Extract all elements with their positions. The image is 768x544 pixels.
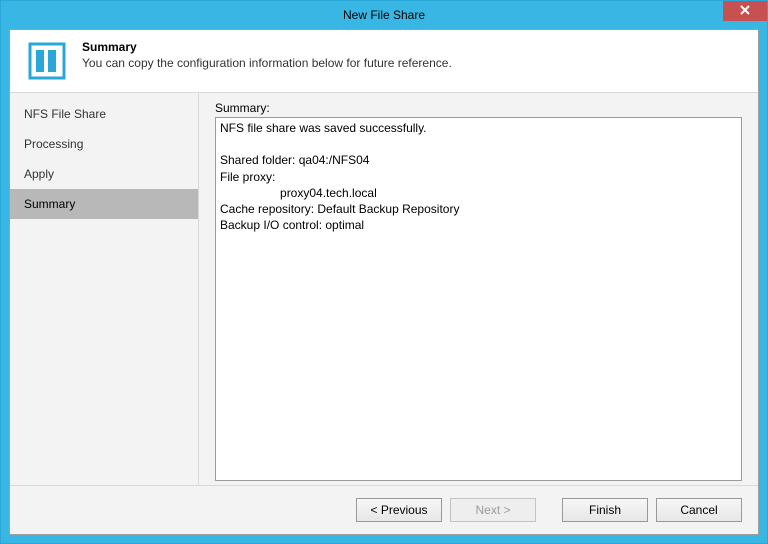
share-icon — [26, 40, 68, 82]
window-title: New File Share — [343, 8, 425, 22]
wizard-header-title: Summary — [82, 40, 452, 54]
wizard-body: NFS File Share Processing Apply Summary … — [10, 93, 758, 485]
wizard-header-text: Summary You can copy the configuration i… — [82, 40, 452, 70]
wizard-header: Summary You can copy the configuration i… — [10, 30, 758, 93]
cancel-button[interactable]: Cancel — [656, 498, 742, 522]
close-button[interactable] — [723, 1, 767, 21]
button-gap — [544, 498, 554, 522]
summary-panel: Summary: — [199, 93, 758, 485]
title-bar: New File Share — [1, 1, 767, 29]
summary-textarea[interactable] — [215, 117, 742, 481]
step-apply[interactable]: Apply — [10, 159, 198, 189]
wizard-steps: NFS File Share Processing Apply Summary — [10, 93, 199, 485]
finish-button[interactable]: Finish — [562, 498, 648, 522]
wizard-footer: < Previous Next > Finish Cancel — [10, 485, 758, 534]
next-button: Next > — [450, 498, 536, 522]
previous-button[interactable]: < Previous — [356, 498, 442, 522]
client-area: Summary You can copy the configuration i… — [9, 29, 759, 535]
step-nfs-file-share[interactable]: NFS File Share — [10, 99, 198, 129]
step-processing[interactable]: Processing — [10, 129, 198, 159]
summary-label: Summary: — [215, 101, 742, 115]
window-frame: New File Share Summary You can copy the … — [0, 0, 768, 544]
wizard-header-subtitle: You can copy the configuration informati… — [82, 56, 452, 70]
step-summary[interactable]: Summary — [10, 189, 198, 219]
close-icon — [740, 4, 750, 18]
